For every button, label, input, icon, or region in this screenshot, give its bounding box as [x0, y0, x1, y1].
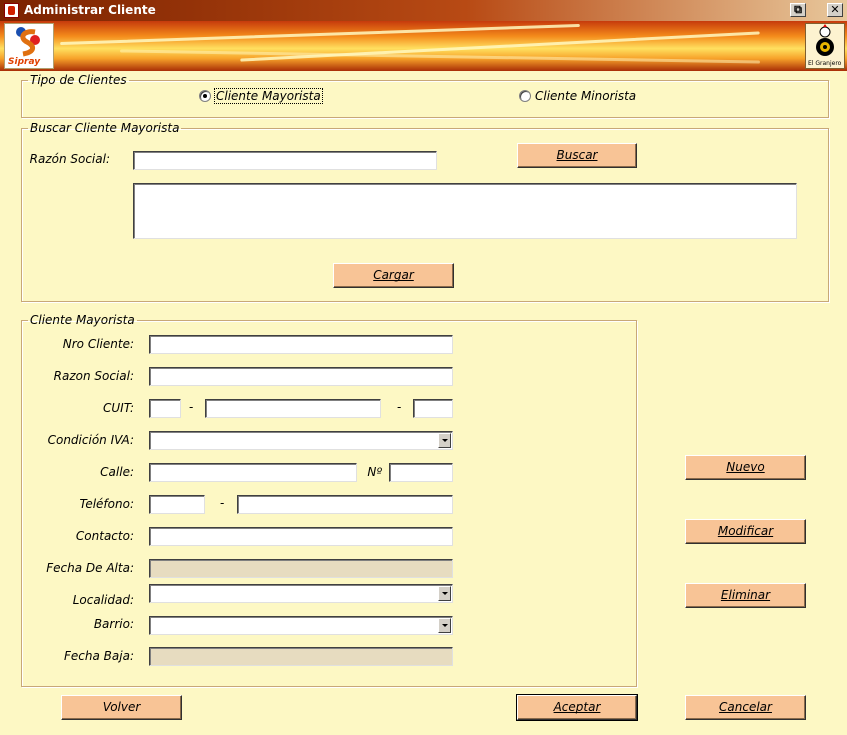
- tipo-clientes-group: Tipo de Clientes: [21, 73, 829, 118]
- localidad-select[interactable]: [149, 584, 453, 603]
- cuit-part1-input[interactable]: [149, 399, 181, 418]
- condicion-iva-label: Condición IVA:: [47, 433, 134, 447]
- close-icon[interactable]: ✕: [827, 3, 843, 17]
- telefono-area-input[interactable]: [149, 495, 205, 514]
- nro-cliente-label: Nro Cliente:: [62, 337, 134, 351]
- radio-cliente-minorista[interactable]: [519, 90, 531, 102]
- cuit-part2-input[interactable]: [205, 399, 381, 418]
- cuit-separator: -: [189, 400, 194, 414]
- contacto-label: Contacto:: [75, 529, 134, 543]
- eliminar-button[interactable]: Eliminar: [685, 583, 806, 608]
- fecha-alta-label: Fecha De Alta:: [46, 561, 134, 575]
- calle-label: Calle:: [100, 465, 134, 479]
- buscar-button[interactable]: Buscar: [517, 143, 637, 168]
- banner-streak: [60, 23, 580, 46]
- tipo-clientes-legend: Tipo de Clientes: [30, 73, 127, 87]
- search-results-list[interactable]: [133, 183, 797, 239]
- modificar-button[interactable]: Modificar: [685, 519, 806, 544]
- telefono-label: Teléfono:: [79, 497, 134, 511]
- sipray-logo-text: Sipray: [8, 57, 41, 67]
- localidad-label: Localidad:: [72, 593, 134, 607]
- buscar-razon-social-label: Razón Social:: [29, 152, 110, 166]
- chevron-down-icon[interactable]: [438, 586, 451, 601]
- fecha-baja-label: Fecha Baja:: [64, 649, 134, 663]
- telefono-separator: -: [220, 496, 225, 510]
- fecha-alta-field: [149, 559, 453, 578]
- contacto-input[interactable]: [149, 527, 453, 546]
- window-title: Administrar Cliente: [24, 3, 156, 17]
- barrio-label: Barrio:: [93, 617, 134, 631]
- fecha-baja-field: [149, 647, 453, 666]
- app-icon[interactable]: [4, 3, 19, 18]
- buscar-cliente-legend: Buscar Cliente Mayorista: [30, 121, 180, 135]
- barrio-select[interactable]: [149, 616, 453, 635]
- cuit-part3-input[interactable]: [413, 399, 453, 418]
- cuit-label: CUIT:: [103, 401, 134, 415]
- numero-label: Nº: [367, 465, 382, 479]
- buscar-razon-social-input[interactable]: [133, 151, 437, 170]
- condicion-iva-select[interactable]: [149, 431, 453, 450]
- radio-cliente-mayorista-label[interactable]: Cliente Mayorista: [214, 88, 323, 104]
- razon-social-label: Razon Social:: [53, 369, 134, 383]
- chevron-down-icon[interactable]: [438, 433, 451, 448]
- header-banner: Sipray El Granjero: [0, 21, 847, 71]
- nuevo-button[interactable]: Nuevo: [685, 455, 806, 480]
- cuit-separator: -: [397, 400, 402, 414]
- window-title-bar[interactable]: Administrar Cliente ⧉ ✕: [0, 0, 847, 21]
- telefono-numero-input[interactable]: [237, 495, 453, 514]
- el-granjero-logo-text: El Granjero: [808, 60, 842, 67]
- cargar-button[interactable]: Cargar: [333, 263, 454, 288]
- el-granjero-logo: El Granjero: [805, 23, 845, 69]
- numero-input[interactable]: [389, 463, 453, 482]
- restore-icon[interactable]: ⧉: [790, 3, 806, 17]
- cliente-mayorista-legend: Cliente Mayorista: [30, 313, 135, 327]
- volver-button[interactable]: Volver: [61, 695, 182, 720]
- radio-cliente-mayorista[interactable]: [199, 90, 211, 102]
- cancelar-button[interactable]: Cancelar: [685, 695, 806, 720]
- calle-input[interactable]: [149, 463, 357, 482]
- radio-cliente-minorista-label[interactable]: Cliente Minorista: [535, 89, 636, 103]
- aceptar-button[interactable]: Aceptar: [516, 694, 638, 721]
- chevron-down-icon[interactable]: [438, 618, 451, 633]
- banner-streak: [120, 49, 760, 64]
- razon-social-input[interactable]: [149, 367, 453, 386]
- nro-cliente-input[interactable]: [149, 335, 453, 354]
- sipray-logo: Sipray: [4, 23, 54, 69]
